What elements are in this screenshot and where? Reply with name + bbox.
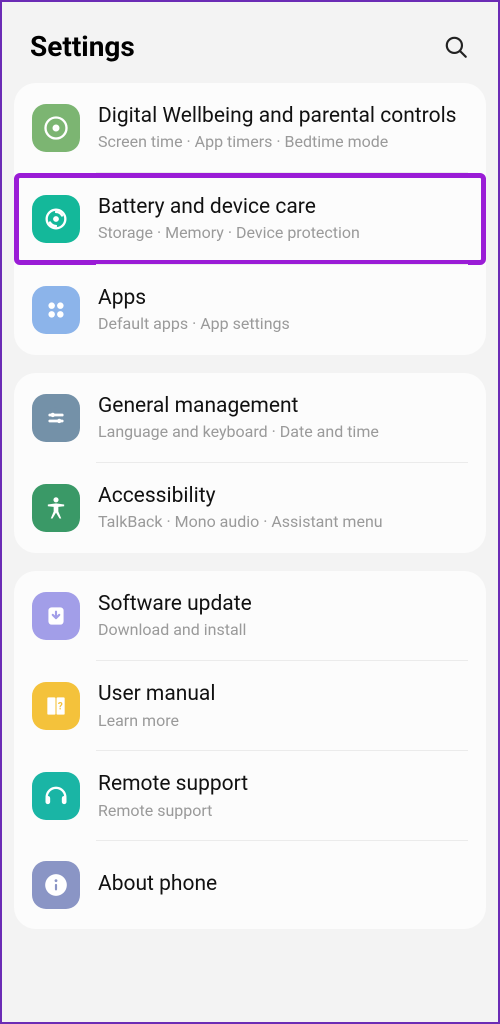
settings-item-apps[interactable]: Apps Default apps · App settings bbox=[14, 265, 486, 355]
item-text: General management Language and keyboard… bbox=[98, 393, 468, 443]
item-text: Remote support Remote support bbox=[98, 771, 468, 821]
item-subtitle: Default apps · App settings bbox=[98, 314, 468, 335]
item-subtitle: Storage · Memory · Device protection bbox=[98, 223, 468, 244]
search-icon bbox=[443, 34, 469, 60]
item-subtitle: Remote support bbox=[98, 801, 468, 822]
settings-item-general-management[interactable]: General management Language and keyboard… bbox=[14, 373, 486, 463]
battery-device-care-icon bbox=[32, 195, 80, 243]
item-title: Remote support bbox=[98, 771, 468, 797]
settings-group: Software update Download and install ? U… bbox=[14, 571, 486, 929]
accessibility-icon bbox=[32, 484, 80, 532]
settings-group: General management Language and keyboard… bbox=[14, 373, 486, 553]
header: Settings bbox=[2, 2, 498, 83]
item-text: About phone bbox=[98, 871, 468, 900]
item-subtitle: Download and install bbox=[98, 620, 468, 641]
item-text: Digital Wellbeing and parental controls … bbox=[98, 103, 468, 153]
item-subtitle: Learn more bbox=[98, 711, 468, 732]
item-title: Apps bbox=[98, 285, 468, 311]
item-text: Accessibility TalkBack · Mono audio · As… bbox=[98, 483, 468, 533]
item-text: Software update Download and install bbox=[98, 591, 468, 641]
item-text: Apps Default apps · App settings bbox=[98, 285, 468, 335]
digital-wellbeing-icon bbox=[32, 104, 80, 152]
item-text: Battery and device care Storage · Memory… bbox=[98, 194, 468, 244]
highlight-box: Battery and device care Storage · Memory… bbox=[14, 173, 486, 265]
item-title: Digital Wellbeing and parental controls bbox=[98, 103, 468, 129]
item-title: Battery and device care bbox=[98, 194, 468, 220]
page-title: Settings bbox=[30, 30, 135, 63]
settings-item-about-phone[interactable]: About phone bbox=[14, 841, 486, 929]
item-title: Software update bbox=[98, 591, 468, 617]
item-text: User manual Learn more bbox=[98, 681, 468, 731]
about-phone-icon bbox=[32, 861, 80, 909]
software-update-icon bbox=[32, 592, 80, 640]
settings-item-remote-support[interactable]: Remote support Remote support bbox=[14, 751, 486, 841]
item-title: General management bbox=[98, 393, 468, 419]
item-title: User manual bbox=[98, 681, 468, 707]
item-title: About phone bbox=[98, 871, 468, 897]
settings-group: Digital Wellbeing and parental controls … bbox=[14, 83, 486, 355]
settings-item-software-update[interactable]: Software update Download and install bbox=[14, 571, 486, 661]
svg-text:?: ? bbox=[58, 702, 63, 713]
apps-icon bbox=[32, 286, 80, 334]
settings-item-digital-wellbeing[interactable]: Digital Wellbeing and parental controls … bbox=[14, 83, 486, 173]
settings-item-user-manual[interactable]: ? User manual Learn more bbox=[14, 661, 486, 751]
remote-support-icon bbox=[32, 772, 80, 820]
item-subtitle: Screen time · App timers · Bedtime mode bbox=[98, 132, 468, 153]
user-manual-icon: ? bbox=[32, 682, 80, 730]
item-title: Accessibility bbox=[98, 483, 468, 509]
settings-item-accessibility[interactable]: Accessibility TalkBack · Mono audio · As… bbox=[14, 463, 486, 553]
general-management-icon bbox=[32, 394, 80, 442]
item-subtitle: TalkBack · Mono audio · Assistant menu bbox=[98, 512, 468, 533]
item-subtitle: Language and keyboard · Date and time bbox=[98, 422, 468, 443]
settings-item-battery-device-care[interactable]: Battery and device care Storage · Memory… bbox=[14, 173, 486, 265]
search-button[interactable] bbox=[442, 33, 470, 61]
